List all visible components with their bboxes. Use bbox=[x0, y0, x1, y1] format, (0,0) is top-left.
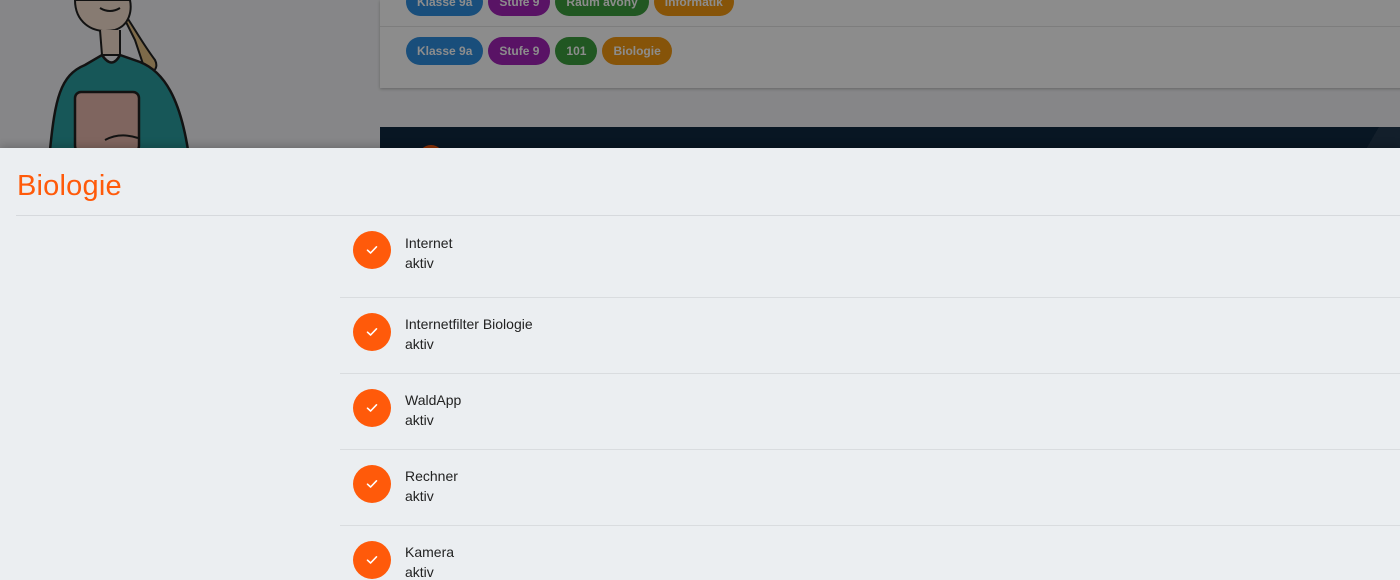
list-item[interactable]: Internet aktiv bbox=[340, 216, 1400, 298]
sheet-title: Biologie bbox=[17, 170, 122, 202]
list-item[interactable]: Rechner aktiv bbox=[340, 450, 1400, 526]
item-title: Internetfilter Biologie bbox=[405, 316, 533, 332]
item-status: aktiv bbox=[405, 412, 434, 428]
list-item[interactable]: Internetfilter Biologie aktiv bbox=[340, 298, 1400, 374]
check-icon bbox=[353, 313, 391, 351]
item-status: aktiv bbox=[405, 488, 434, 504]
subject-detail-sheet: Biologie Internet aktiv Internetfilter B… bbox=[0, 148, 1400, 580]
item-status: aktiv bbox=[405, 255, 434, 271]
check-icon bbox=[353, 541, 391, 579]
item-status: aktiv bbox=[405, 336, 434, 352]
page: Klasse 9a Stufe 9 Raum avony Informatik … bbox=[0, 0, 1400, 580]
check-icon bbox=[353, 231, 391, 269]
item-title: WaldApp bbox=[405, 392, 462, 408]
check-icon bbox=[353, 389, 391, 427]
item-status: aktiv bbox=[405, 564, 434, 580]
list-item[interactable]: WaldApp aktiv bbox=[340, 374, 1400, 450]
modal-backdrop[interactable] bbox=[0, 0, 1400, 150]
item-title: Kamera bbox=[405, 544, 455, 560]
app-list: Internet aktiv Internetfilter Biologie a… bbox=[340, 216, 1400, 580]
item-title: Internet bbox=[405, 235, 453, 251]
check-icon bbox=[353, 465, 391, 503]
list-item[interactable]: Kamera aktiv bbox=[340, 526, 1400, 580]
item-title: Rechner bbox=[405, 468, 458, 484]
